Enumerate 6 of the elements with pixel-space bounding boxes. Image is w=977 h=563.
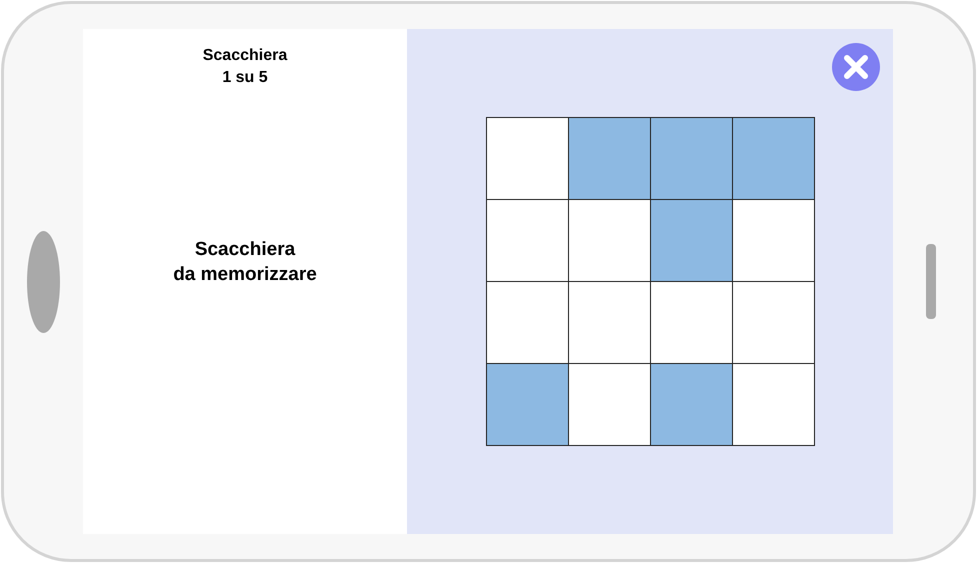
side-button[interactable] [926,244,936,319]
close-button[interactable] [832,43,880,91]
close-icon [842,53,870,81]
board-title: Scacchiera [202,46,288,66]
board-counter: 1 su 5 [222,68,268,88]
instruction-text: Scacchiera da memorizzare [173,238,317,287]
